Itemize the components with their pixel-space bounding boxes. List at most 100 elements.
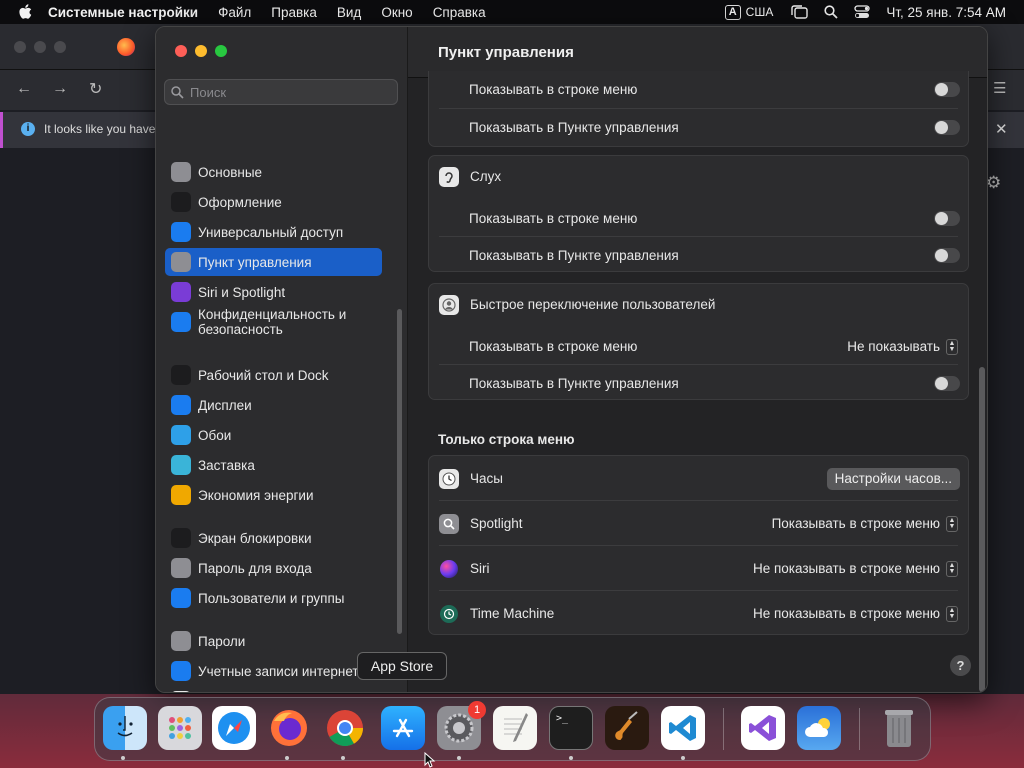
dock-separator [723,708,724,750]
chevron-updown-icon: ▲ ▼ [946,515,958,532]
search-input[interactable] [190,84,390,100]
chrome-icon[interactable] [323,706,367,750]
stage-manager-icon[interactable] [791,5,809,19]
browser-gear-icon[interactable]: ⚙ [986,173,1001,193]
time-machine-label: Time Machine [470,606,555,621]
menu-edit[interactable]: Правка [271,5,317,20]
vscode-icon[interactable] [661,706,705,750]
browser-minimize-dot[interactable] [34,41,46,53]
settings-window: Основные Оформление Универсальный доступ Пу… [155,26,988,693]
control-center-icon [171,252,191,272]
setting-row: Показывать в строке меню Не показывать ▲ ▼ [429,328,970,365]
search-field[interactable] [164,79,398,105]
sidebar-item[interactable]: Конфиденциальность и безопасность [165,305,382,339]
terminal-icon[interactable]: >_ [549,706,593,750]
help-button[interactable]: ? [950,655,971,676]
spotlight-popup[interactable]: Показывать в строке меню ▲ ▼ [772,515,958,532]
weather-icon[interactable] [797,706,841,750]
sidebar-item[interactable]: Заставка [165,451,382,479]
sidebar-item[interactable]: Учетные записи интернета [165,657,382,685]
finder-icon[interactable] [103,706,147,750]
sidebar-item[interactable]: Дисплеи [165,391,382,419]
minimize-button[interactable] [195,45,207,57]
back-arrow-icon[interactable]: ← [16,80,32,98]
sidebar-item[interactable]: Пользователи и группы [165,584,382,612]
toggle-switch[interactable] [934,120,960,135]
input-source-label[interactable]: США [746,5,774,19]
firefox-tab-icon[interactable] [117,38,135,56]
siri-popup[interactable]: Не показывать в строке меню ▲ ▼ [753,560,958,577]
spotlight-icon [439,513,459,534]
sidebar-item-label: Пароли [198,633,246,649]
trash-icon[interactable] [877,706,921,750]
forward-arrow-icon[interactable]: → [52,80,68,98]
sidebar-item[interactable]: Game Center [165,687,382,692]
accessibility-icon [171,222,191,242]
app-menu[interactable]: Системные настройки [48,5,198,20]
apple-icon[interactable] [18,4,34,20]
setting-label: Показывать в строке меню [469,82,638,97]
sidebar-item[interactable]: Пароли [165,627,382,655]
info-text: It looks like you have [44,122,156,136]
running-indicator [681,756,685,760]
sidebar-item-label: Siri и Spotlight [198,284,286,300]
sidebar-item[interactable]: Основные [165,158,382,186]
garageband-icon[interactable] [605,706,649,750]
sidebar-item-label: Рабочий стол и Dock [198,367,329,383]
screensaver-icon [171,455,191,475]
app-store-icon[interactable] [381,706,425,750]
control-center-menu-icon[interactable] [854,5,870,19]
zoom-button[interactable] [215,45,227,57]
launchpad-icon[interactable] [158,706,202,750]
toggle-switch[interactable] [934,248,960,263]
time-machine-popup[interactable]: Не показывать в строке меню ▲ ▼ [753,605,958,622]
safari-icon[interactable] [212,706,256,750]
input-source-icon[interactable]: A [724,4,741,20]
chevron-updown-icon: ▲ ▼ [946,338,958,355]
menu-view[interactable]: Вид [337,5,361,20]
toggle-switch[interactable] [934,376,960,391]
sidebar-item[interactable]: Универсальный доступ [165,218,382,246]
info-close-icon[interactable]: ✕ [995,120,1008,138]
clock-datetime[interactable]: Чт, 25 янв. 7:54 AM [886,5,1006,20]
setting-label: Показывать в строке меню [469,211,638,226]
toggle-switch[interactable] [934,82,960,97]
browser-zoom-dot[interactable] [54,41,66,53]
sidebar-item[interactable]: Экран блокировки [165,524,382,552]
sidebar-scrollbar[interactable] [397,309,402,634]
mouse-cursor [424,751,436,768]
menu-file[interactable]: Файл [218,5,251,20]
fus-menubar-popup[interactable]: Не показывать ▲ ▼ [847,338,958,355]
sidebar-item[interactable]: Обои [165,421,382,449]
user-switch-icon [439,294,459,315]
sidebar-item[interactable]: Экономия энергии [165,481,382,509]
sidebar-item[interactable]: Siri и Spotlight [165,278,382,306]
toggle-switch[interactable] [934,211,960,226]
main-scrollbar[interactable] [979,367,985,692]
firefox-icon[interactable] [267,706,311,750]
setting-row: Показывать в Пункте управления [429,109,970,146]
visual-studio-icon[interactable] [741,706,785,750]
sidebar-item[interactable]: Пункт управления [165,248,382,276]
sidebar-item[interactable]: Рабочий стол и Dock [165,361,382,389]
fus-header: Быстрое переключение пользователей [429,286,970,323]
spotlight-search-icon[interactable] [824,5,838,19]
divider [439,590,958,591]
reload-icon[interactable]: ↻ [89,79,102,99]
browser-menu-icon[interactable]: ☰ [993,79,1006,97]
clock-options-button[interactable]: Настройки часов... [826,467,960,490]
clock-icon [439,468,459,489]
sidebar-item-label: Пользователи и группы [198,590,345,606]
sidebar-item[interactable]: Оформление [165,188,382,216]
textedit-icon[interactable] [493,706,537,750]
setting-row: Показывать в Пункте управления [429,365,970,402]
menu-help[interactable]: Справка [433,5,486,20]
sidebar-item-label: Основные [198,164,263,180]
siri-icon [440,559,458,578]
sidebar-item[interactable]: Пароль для входа [165,554,382,582]
sidebar-item-label: Конфиденциальность и безопасность [198,307,347,337]
browser-close-dot[interactable] [14,41,26,53]
system-settings-icon[interactable]: 1 [437,701,486,750]
close-button[interactable] [175,45,187,57]
menu-window[interactable]: Окно [381,5,412,20]
